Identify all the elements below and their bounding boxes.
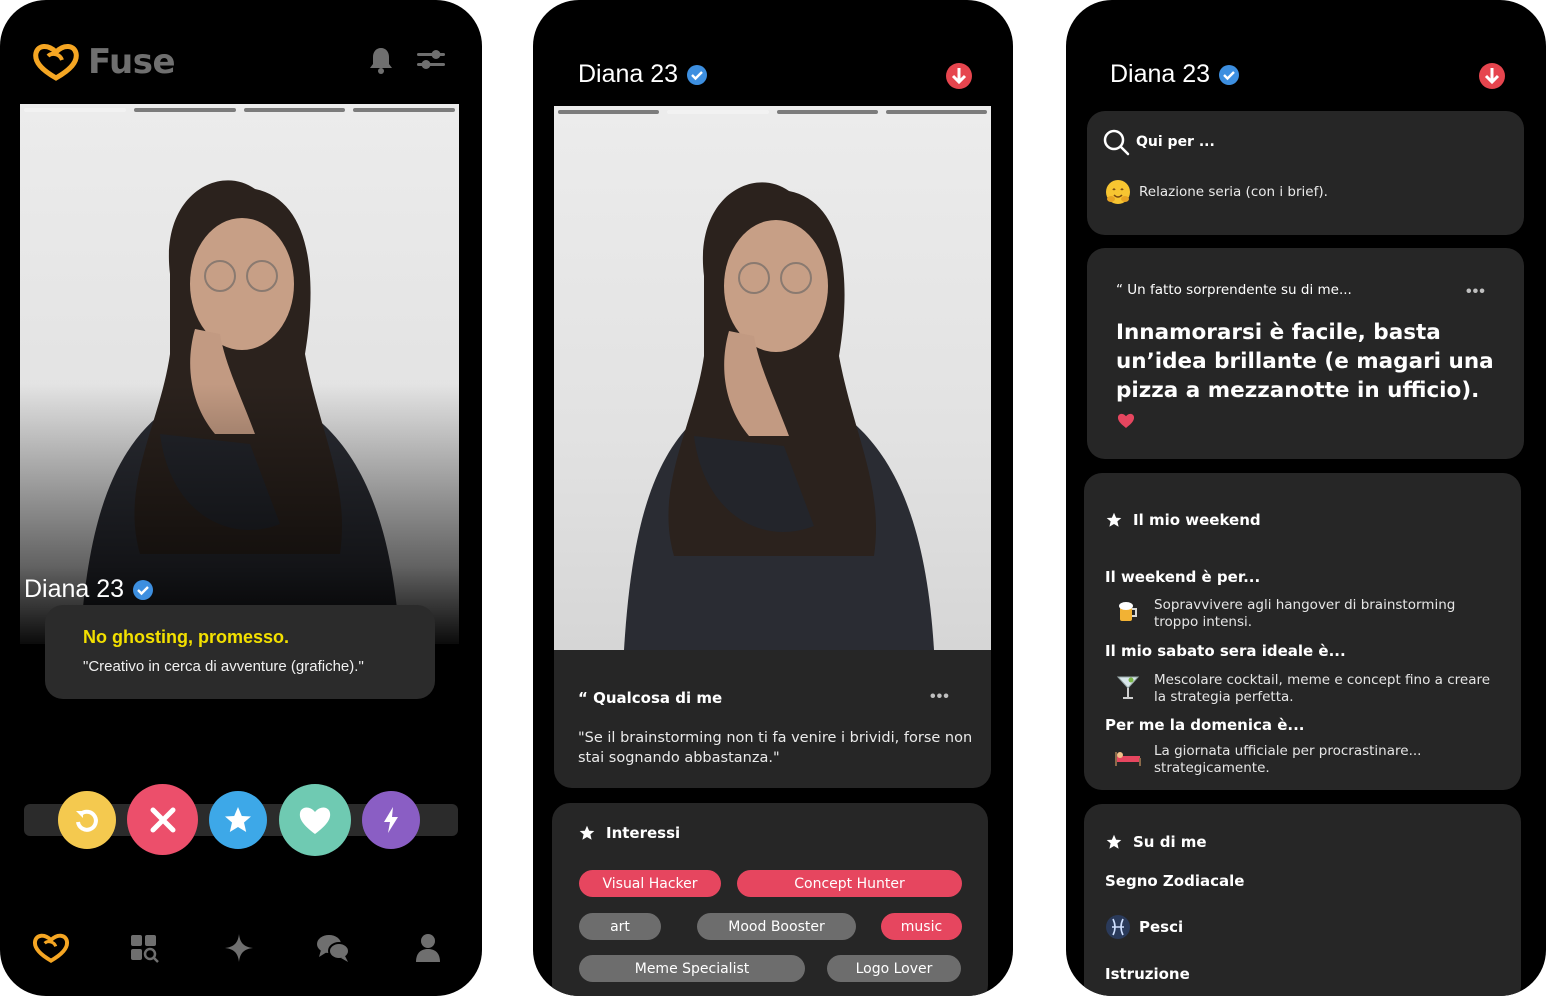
bell-icon[interactable]	[368, 46, 394, 74]
about-me-title: Su di me	[1133, 833, 1207, 851]
weekend-item: La giornata ufficiale per procrastinare.…	[1114, 743, 1494, 777]
profile-icon	[416, 934, 440, 962]
more-options-icon[interactable]: •••	[1466, 283, 1486, 301]
about-title: “ Qualcosa di me	[578, 689, 723, 707]
fact-title: “ Un fatto sorprendente su di me...	[1116, 282, 1352, 298]
photo-progress-bar	[558, 110, 987, 114]
star-icon	[1106, 512, 1122, 527]
pisces-icon	[1106, 915, 1130, 939]
heart-icon	[1117, 413, 1135, 428]
tagline-title: No ghosting, promesso.	[83, 627, 290, 647]
tagline-text: "Creativo in cerca di avventure (grafich…	[83, 658, 364, 675]
interest-chip[interactable]: Visual Hacker	[579, 870, 721, 897]
star-icon	[579, 825, 595, 840]
fact-card: “ Un fatto sorprendente su di me... ••• …	[1087, 248, 1524, 459]
education-label: Istruzione	[1105, 965, 1190, 983]
sparkle-icon	[225, 934, 253, 962]
like-icon	[299, 807, 331, 834]
weekend-item-text: La giornata ufficiale per procrastinare.…	[1154, 743, 1422, 776]
zodiac-label: Segno Zodiacale	[1105, 872, 1245, 890]
rewind-icon	[76, 809, 98, 832]
looking-for-card: Qui per ... Relazione seria (con i brief…	[1087, 111, 1524, 235]
interest-chip[interactable]: art	[579, 913, 661, 940]
cocktail-icon	[1114, 672, 1142, 700]
boost-button[interactable]	[362, 791, 420, 849]
weekend-item: Mescolare cocktail, meme e concept fino …	[1114, 672, 1494, 706]
super-like-button[interactable]	[209, 791, 267, 849]
profile-name-row: Diana 23	[24, 575, 154, 604]
about-card: “ Qualcosa di me ••• "Se il brainstormin…	[554, 650, 991, 788]
star-icon	[1106, 834, 1122, 849]
looking-for-title: Qui per ...	[1136, 134, 1215, 150]
nav-explore[interactable]	[124, 928, 164, 968]
fuse-logo-icon	[33, 44, 79, 81]
weekend-item-text: Sopravvivere agli hangover di brainstorm…	[1154, 597, 1456, 630]
phone-profile-screen: Diana 23 “ Qualcosa di me ••• "Se il bra…	[533, 0, 1013, 996]
profile-photo[interactable]	[554, 106, 991, 650]
like-button[interactable]	[279, 784, 351, 856]
interest-chip[interactable]: Meme Specialist	[579, 955, 805, 982]
verified-badge-icon	[687, 64, 708, 85]
chat-icon	[317, 935, 350, 962]
interests-card: Interessi Visual Hacker Concept Hunter a…	[552, 803, 988, 996]
interest-chip[interactable]: music	[881, 913, 962, 940]
tagline-card: No ghosting, promesso. "Creativo in cerc…	[45, 605, 435, 699]
about-text: "Se il brainstorming non ti fa venire i …	[578, 730, 973, 766]
weekend-section-label: Il weekend è per...	[1105, 568, 1261, 586]
nope-button[interactable]	[127, 784, 198, 855]
app-logo: Fuse	[32, 42, 176, 82]
super-like-icon	[225, 807, 251, 832]
boost-icon	[384, 807, 398, 833]
photo-progress-bar	[24, 108, 455, 112]
app-name: Fuse	[88, 42, 176, 82]
profile-name: Diana 23	[578, 60, 679, 88]
weekend-section-label: Il mio sabato sera ideale è...	[1105, 642, 1346, 660]
rewind-button[interactable]	[58, 791, 116, 849]
profile-header: Diana 23	[578, 60, 708, 89]
nav-sparkle[interactable]	[219, 928, 259, 968]
hug-emoji-icon	[1106, 180, 1130, 204]
bed-icon	[1114, 743, 1142, 771]
weekend-card: Il mio weekend Il weekend è per... Sopra…	[1084, 473, 1521, 790]
bottom-nav	[0, 928, 482, 972]
more-options-icon[interactable]: •••	[930, 688, 950, 706]
nav-profile[interactable]	[408, 928, 448, 968]
about-me-card: Su di me Segno Zodiacale Pesci Istruzion…	[1084, 804, 1521, 996]
profile-name: Diana 23	[24, 575, 125, 603]
nav-home[interactable]	[31, 928, 71, 968]
nav-chat[interactable]	[313, 928, 353, 968]
beer-icon	[1114, 597, 1142, 625]
verified-badge-icon	[133, 579, 154, 600]
verified-badge-icon	[1219, 64, 1240, 85]
interest-chip[interactable]: Mood Booster	[697, 913, 856, 940]
profile-header: Diana 23	[1110, 60, 1240, 89]
search-icon	[1103, 129, 1130, 156]
fact-text: Innamorarsi è facile, basta un’idea bril…	[1116, 320, 1494, 403]
fuse-logo-icon	[32, 933, 70, 963]
interests-title: Interessi	[606, 824, 681, 842]
weekend-section-label: Per me la domenica è...	[1105, 716, 1305, 734]
weekend-item: Sopravvivere agli hangover di brainstorm…	[1114, 597, 1494, 631]
profile-name: Diana 23	[1110, 60, 1211, 88]
looking-for-value: Relazione seria (con i brief).	[1139, 184, 1328, 200]
close-profile-down-icon[interactable]	[945, 62, 973, 90]
filter-sliders-icon[interactable]	[416, 48, 446, 72]
person-photo-illustration	[624, 182, 934, 650]
close-profile-down-icon[interactable]	[1478, 62, 1506, 90]
interest-chip[interactable]: Logo Lover	[827, 955, 961, 982]
phone-profile-details-screen: Diana 23 Qui per ... Relazione seria (co…	[1066, 0, 1546, 996]
weekend-item-text: Mescolare cocktail, meme e concept fino …	[1154, 672, 1491, 705]
interest-chip[interactable]: Concept Hunter	[737, 870, 962, 897]
weekend-title: Il mio weekend	[1133, 511, 1261, 529]
zodiac-value: Pesci	[1139, 918, 1184, 936]
explore-icon	[131, 935, 159, 963]
nope-icon	[150, 807, 175, 832]
profile-photo[interactable]	[20, 104, 459, 644]
phone-discover-screen: Fuse Diana 23 No ghosting, promesso. "Cr…	[0, 0, 482, 996]
